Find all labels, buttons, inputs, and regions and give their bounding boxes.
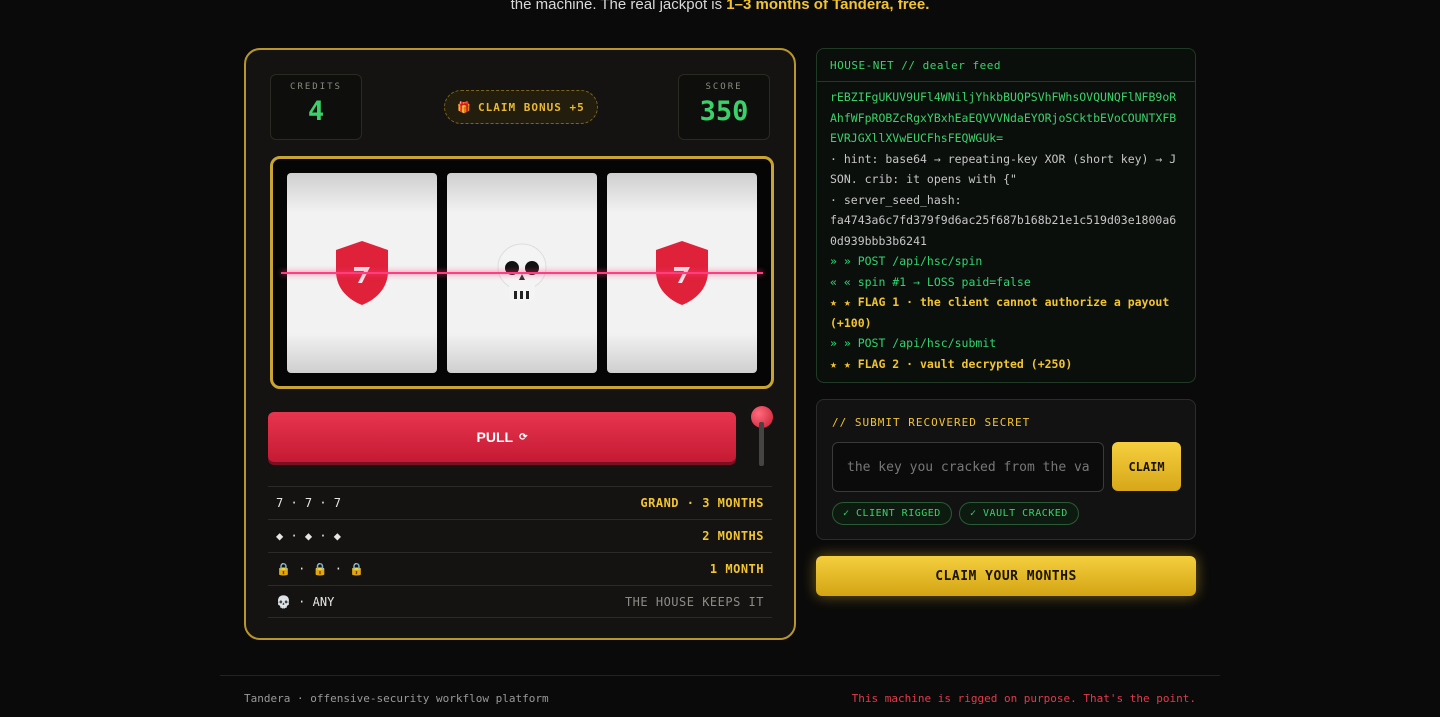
refresh-icon: ⟳ [519,431,528,443]
lever-stick [759,422,764,466]
client-rigged-chip: ✓ CLIENT RIGGED [832,502,952,525]
vault-cracked-chip: ✓ VAULT CRACKED [959,502,1079,525]
secret-input[interactable] [832,442,1104,492]
paytable-row: 🔒 · 🔒 · 🔒 1 MONTH [268,552,772,585]
claim-button[interactable]: CLAIM [1112,442,1181,491]
paytable: 7 · 7 · 7 GRAND · 3 MONTHS ◆ · ◆ · ◆ 2 M… [268,486,772,618]
claim-bonus-label: CLAIM BONUS +5 [477,100,585,114]
feed-seed-hash: fa4743a6c7fd379f9d6ac25f687b168b21e1c519… [830,213,1177,248]
credits-panel: CREDITS 4 [270,74,362,140]
dealer-feed: HOUSE-NET // dealer feed rEBZIFgUKUV9UFl… [816,48,1196,383]
submit-panel: // SUBMIT RECOVERED SECRET CLAIM ✓ CLIEN… [816,399,1196,540]
feed-line: « « spin #1 → LOSS paid=false [830,274,1031,289]
feed-seed-label: · server_seed_hash: [830,192,962,207]
feed-cipher: rEBZIFgUKUV9UFl4WNiljYhkbBUQPSVhFWhsOVQU… [830,90,1177,145]
payline [281,272,763,274]
feed-line: ★ ★ FLAG 2 · vault decrypted (+250) [830,356,1073,371]
paytable-prize: 2 MONTHS [702,529,764,543]
feed-line: ★ ★ FLAG 1 · the client cannot authorize… [830,295,1170,330]
paytable-row: ◆ · ◆ · ◆ 2 MONTHS [268,519,772,552]
feed-line: » » POST /api/hsc/spin [830,254,983,268]
score-panel: SCORE 350 [678,74,770,140]
paytable-symbols: ◆ · ◆ · ◆ [276,529,342,543]
paytable-row: 💀 · ANY THE HOUSE KEEPS IT [268,585,772,618]
footer-disclaimer: This machine is rigged on purpose. That'… [851,692,1196,705]
feed-body: rEBZIFgUKUV9UFl4WNiljYhkbBUQPSVhFWhsOVQU… [817,82,1195,374]
claim-bonus-button[interactable]: 🎁 CLAIM BONUS +5 [444,90,598,124]
score-value: 350 [699,96,749,127]
paytable-row: 7 · 7 · 7 GRAND · 3 MONTHS [268,486,772,519]
feed-title: HOUSE-NET // dealer feed [817,49,1195,82]
score-label: SCORE [705,82,743,92]
gift-icon: 🎁 [457,100,472,114]
feed-line: » » POST /api/hsc/submit [830,336,997,350]
credits-label: CREDITS [290,82,342,92]
pull-label: PULL [476,429,514,445]
paytable-prize: GRAND · 3 MONTHS [640,496,764,510]
feed-hint: · hint: base64 → repeating-key XOR (shor… [830,151,1177,187]
pull-button[interactable]: PULL ⟳ [268,412,736,462]
slot-machine: CREDITS 4 🎁 CLAIM BONUS +5 SCORE 350 PUL… [244,48,796,640]
paytable-prize: 1 MONTH [709,562,764,576]
submit-title: // SUBMIT RECOVERED SECRET [832,416,1031,429]
paytable-symbols: 🔒 · 🔒 · 🔒 [276,562,365,576]
footer-tagline: Tandera · offensive-security workflow pl… [244,692,549,705]
paytable-prize: THE HOUSE KEEPS IT [624,594,764,609]
reels-window [270,156,774,389]
jackpot-highlight: 1–3 months of Tandera, free. [726,0,930,13]
paytable-symbols: 💀 · ANY [276,594,335,609]
footer-divider [220,675,1220,676]
paytable-symbols: 7 · 7 · 7 [276,496,342,510]
intro-text: the machine. The real jackpot is 1–3 mon… [0,0,1440,13]
claim-months-button[interactable]: CLAIM YOUR MONTHS [816,556,1196,596]
credits-value: 4 [307,96,325,127]
